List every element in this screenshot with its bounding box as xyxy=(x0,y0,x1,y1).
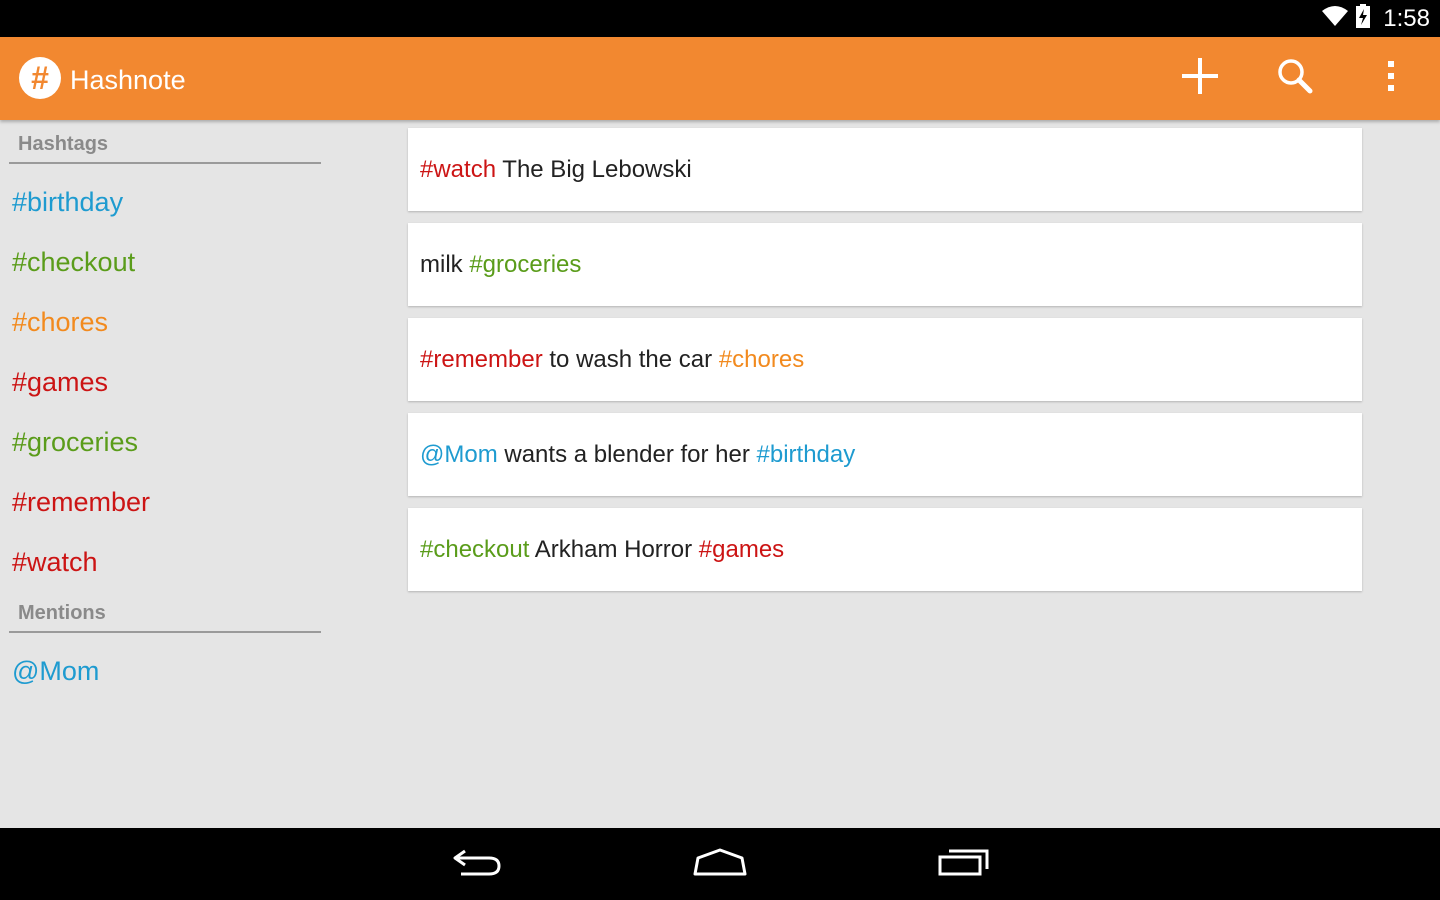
app-title: Hashnote xyxy=(70,65,186,95)
note-text: milk #groceries xyxy=(420,223,581,306)
sidebar-item-chores[interactable]: #chores xyxy=(12,302,108,342)
sidebar-item-mom[interactable]: @Mom xyxy=(12,651,99,691)
battery-charging-icon xyxy=(1355,4,1371,33)
mentions-header-label: Mentions xyxy=(18,602,106,624)
action-bar: # Hashnote xyxy=(0,37,1440,120)
note-text: #checkout Arkham Horror #games xyxy=(420,508,784,591)
note-card[interactable]: #watch The Big Lebowski xyxy=(408,128,1362,211)
mentions-section-header: Mentions xyxy=(9,593,321,633)
sidebar-item-remember[interactable]: #remember xyxy=(12,482,150,522)
hashtags-header-label: Hashtags xyxy=(18,133,109,155)
status-icons: 1:58 xyxy=(1321,0,1430,37)
add-icon xyxy=(1181,57,1219,100)
app-logo-icon[interactable]: # xyxy=(19,57,61,99)
note-text: #remember to wash the car #chores xyxy=(420,318,804,401)
wifi-icon xyxy=(1321,5,1349,32)
note-hashtag: #remember xyxy=(420,346,543,373)
add-note-button[interactable] xyxy=(1155,37,1245,120)
note-hashtag: #chores xyxy=(718,346,805,373)
note-card[interactable]: milk #groceries xyxy=(408,223,1362,306)
note-body-text: milk xyxy=(420,251,470,278)
note-hashtag: #birthday xyxy=(756,441,856,468)
note-body-text: to wash the car xyxy=(542,346,719,373)
sidebar: Hashtags #birthday #checkout #chores #ga… xyxy=(0,120,330,828)
note-body-text: Arkham Horror xyxy=(529,536,699,563)
overflow-menu-button[interactable] xyxy=(1346,37,1436,120)
status-bar: 1:58 xyxy=(0,0,1440,37)
note-text: #watch The Big Lebowski xyxy=(420,128,692,211)
note-hashtag: #groceries xyxy=(469,251,582,278)
sidebar-item-watch[interactable]: #watch xyxy=(12,542,98,582)
back-button[interactable] xyxy=(427,828,527,900)
note-hashtag: #games xyxy=(698,536,785,563)
note-hashtag: #watch xyxy=(420,156,497,183)
home-button[interactable] xyxy=(670,828,770,900)
note-body-text: The Big Lebowski xyxy=(496,156,692,183)
search-button[interactable] xyxy=(1250,37,1340,120)
note-body-text: wants a blender for her xyxy=(497,441,757,468)
search-icon xyxy=(1276,57,1314,100)
back-icon xyxy=(451,847,503,882)
home-icon xyxy=(692,847,748,882)
recent-apps-button[interactable] xyxy=(914,828,1014,900)
navigation-bar xyxy=(0,828,1440,900)
app-logo-symbol: # xyxy=(31,60,49,96)
sidebar-item-games[interactable]: #games xyxy=(12,362,108,402)
status-time: 1:58 xyxy=(1383,4,1430,32)
note-card[interactable]: @Mom wants a blender for her #birthday xyxy=(408,413,1362,496)
note-card[interactable]: #checkout Arkham Horror #games xyxy=(408,508,1362,591)
sidebar-item-checkout[interactable]: #checkout xyxy=(12,242,135,282)
note-mention: @Mom xyxy=(420,441,498,468)
overflow-menu-icon xyxy=(1386,59,1396,98)
note-text: @Mom wants a blender for her #birthday xyxy=(420,413,855,496)
recent-apps-icon xyxy=(937,847,991,882)
note-card[interactable]: #remember to wash the car #chores xyxy=(408,318,1362,401)
hashtags-section-header: Hashtags xyxy=(9,124,321,164)
note-hashtag: #checkout xyxy=(420,536,530,563)
sidebar-item-birthday[interactable]: #birthday xyxy=(12,182,123,222)
sidebar-item-groceries[interactable]: #groceries xyxy=(12,422,138,462)
